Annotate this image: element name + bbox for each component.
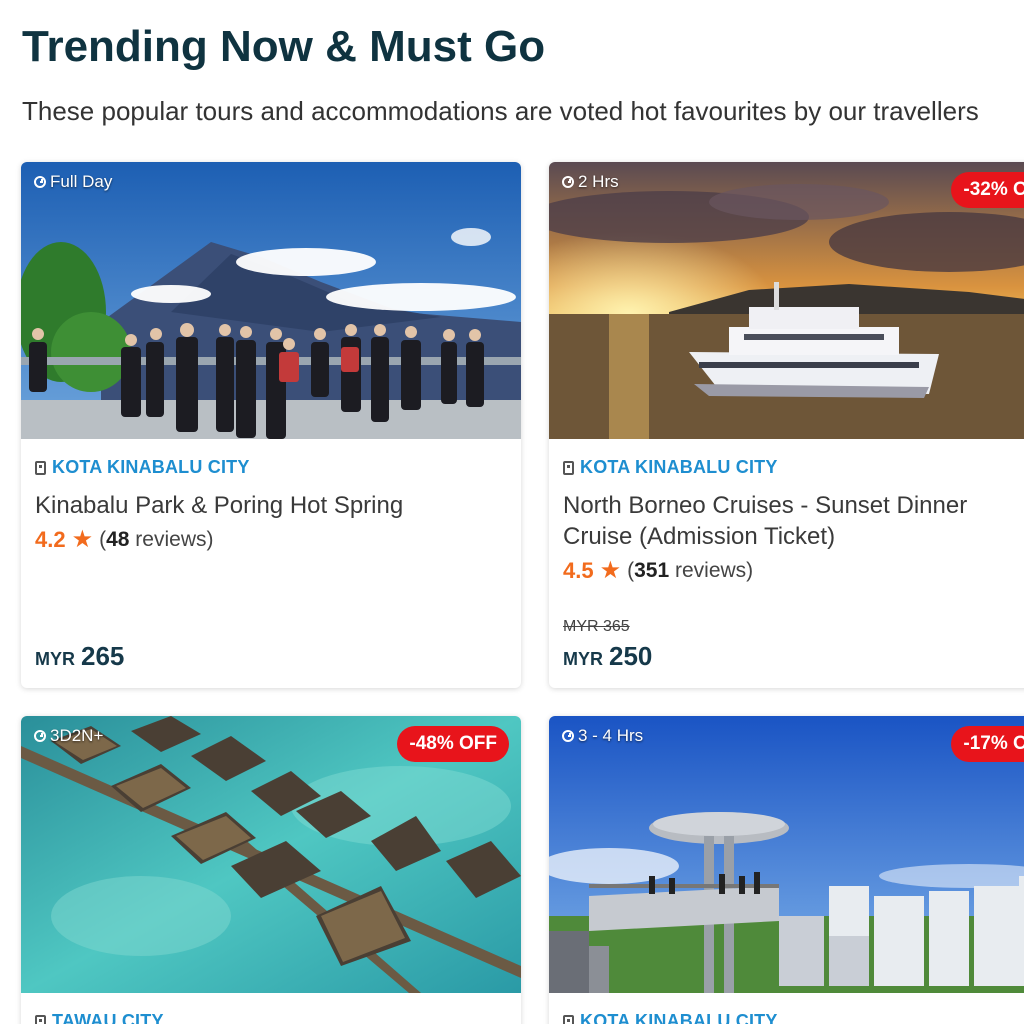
location: KOTA KINABALU CITY <box>563 1011 1024 1024</box>
tour-image[interactable]: 3D2N+ -48% OFF <box>21 716 521 993</box>
reviews-count: 48 <box>106 528 130 551</box>
discount-badge: -17% OFF <box>951 726 1024 762</box>
reviews-label: reviews) <box>129 528 214 551</box>
tour-card-water-villas[interactable]: 3D2N+ -48% OFF TAWAU CITY <box>21 716 521 1024</box>
city-observation-tower-photo <box>549 716 1024 993</box>
tour-card-kinabalu-park[interactable]: Full Day KOTA KINABALU CITY Kinabalu Par… <box>21 162 521 688</box>
building-icon <box>563 460 574 475</box>
duration-label: Full Day <box>50 172 113 191</box>
duration-label: 3 - 4 Hrs <box>578 726 644 745</box>
rating: 4.5 ★ (351 reviews) <box>563 558 1024 584</box>
price-amount: 265 <box>81 641 125 671</box>
page: Trending Now & Must Go These popular tou… <box>0 0 1024 1024</box>
tour-image[interactable]: 2 Hrs -32% OFF <box>549 162 1024 439</box>
discount-badge: -32% OFF <box>951 172 1024 208</box>
reviews-count: 351 <box>634 559 670 582</box>
rating-score: 4.2 <box>35 527 66 552</box>
star-icon: ★ <box>71 526 94 553</box>
duration-badge: Full Day <box>34 172 112 192</box>
price-amount: 250 <box>609 641 653 671</box>
tour-image[interactable]: 3 - 4 Hrs -17% OFF <box>549 716 1024 993</box>
duration-badge: 3 - 4 Hrs <box>562 726 643 746</box>
section-subheading: These popular tours and accommodations a… <box>22 96 979 126</box>
duration-label: 2 Hrs <box>578 172 619 191</box>
card-body: KOTA KINABALU CITY Kinabalu Park & Porin… <box>21 457 521 553</box>
price-currency: MYR <box>35 649 75 669</box>
tour-title[interactable]: Kinabalu Park & Poring Hot Spring <box>35 490 507 521</box>
building-icon <box>35 1014 46 1024</box>
location: KOTA KINABALU CITY <box>563 457 1024 478</box>
price: MYR 250 <box>563 641 652 672</box>
location-label: KOTA KINABALU CITY <box>580 457 778 477</box>
card-body: KOTA KINABALU CITY North Borneo Cruises … <box>549 457 1024 584</box>
duration-badge: 3D2N+ <box>34 726 103 746</box>
star-icon: ★ <box>599 557 622 584</box>
rating-score: 4.5 <box>563 558 594 583</box>
tour-image[interactable]: Full Day <box>21 162 521 439</box>
location: KOTA KINABALU CITY <box>35 457 507 478</box>
section-heading: Trending Now & Must Go <box>22 22 546 71</box>
discount-badge: -48% OFF <box>397 726 509 762</box>
duration-badge: 2 Hrs <box>562 172 619 192</box>
card-body: TAWAU CITY <box>21 1011 521 1024</box>
duration-label: 3D2N+ <box>50 726 104 745</box>
rating: 4.2 ★ (48 reviews) <box>35 527 507 553</box>
clock-icon <box>562 176 574 188</box>
tour-title[interactable]: North Borneo Cruises - Sunset Dinner Cru… <box>563 490 1024 552</box>
card-body: KOTA KINABALU CITY <box>549 1011 1024 1024</box>
location-label: TAWAU CITY <box>52 1011 164 1024</box>
tour-card-city-tower[interactable]: 3 - 4 Hrs -17% OFF KOTA KINABALU CITY <box>549 716 1024 1024</box>
reviews: (48 reviews) <box>99 528 213 552</box>
reviews: (351 reviews) <box>627 559 753 583</box>
reviews-label: reviews) <box>669 559 754 582</box>
mountain-viewpoint-photo <box>21 162 521 439</box>
tour-card-sunset-cruise[interactable]: 2 Hrs -32% OFF KOTA KINABALU CITY North … <box>549 162 1024 688</box>
sunset-cruise-photo <box>549 162 1024 439</box>
price-currency: MYR <box>563 649 603 669</box>
original-price: MYR 365 <box>563 618 630 635</box>
location: TAWAU CITY <box>35 1011 507 1024</box>
clock-icon <box>34 730 46 742</box>
location-label: KOTA KINABALU CITY <box>580 1011 778 1024</box>
location-label: KOTA KINABALU CITY <box>52 457 250 477</box>
building-icon <box>563 1014 574 1024</box>
clock-icon <box>562 730 574 742</box>
building-icon <box>35 460 46 475</box>
price: MYR 265 <box>35 641 124 672</box>
clock-icon <box>34 176 46 188</box>
